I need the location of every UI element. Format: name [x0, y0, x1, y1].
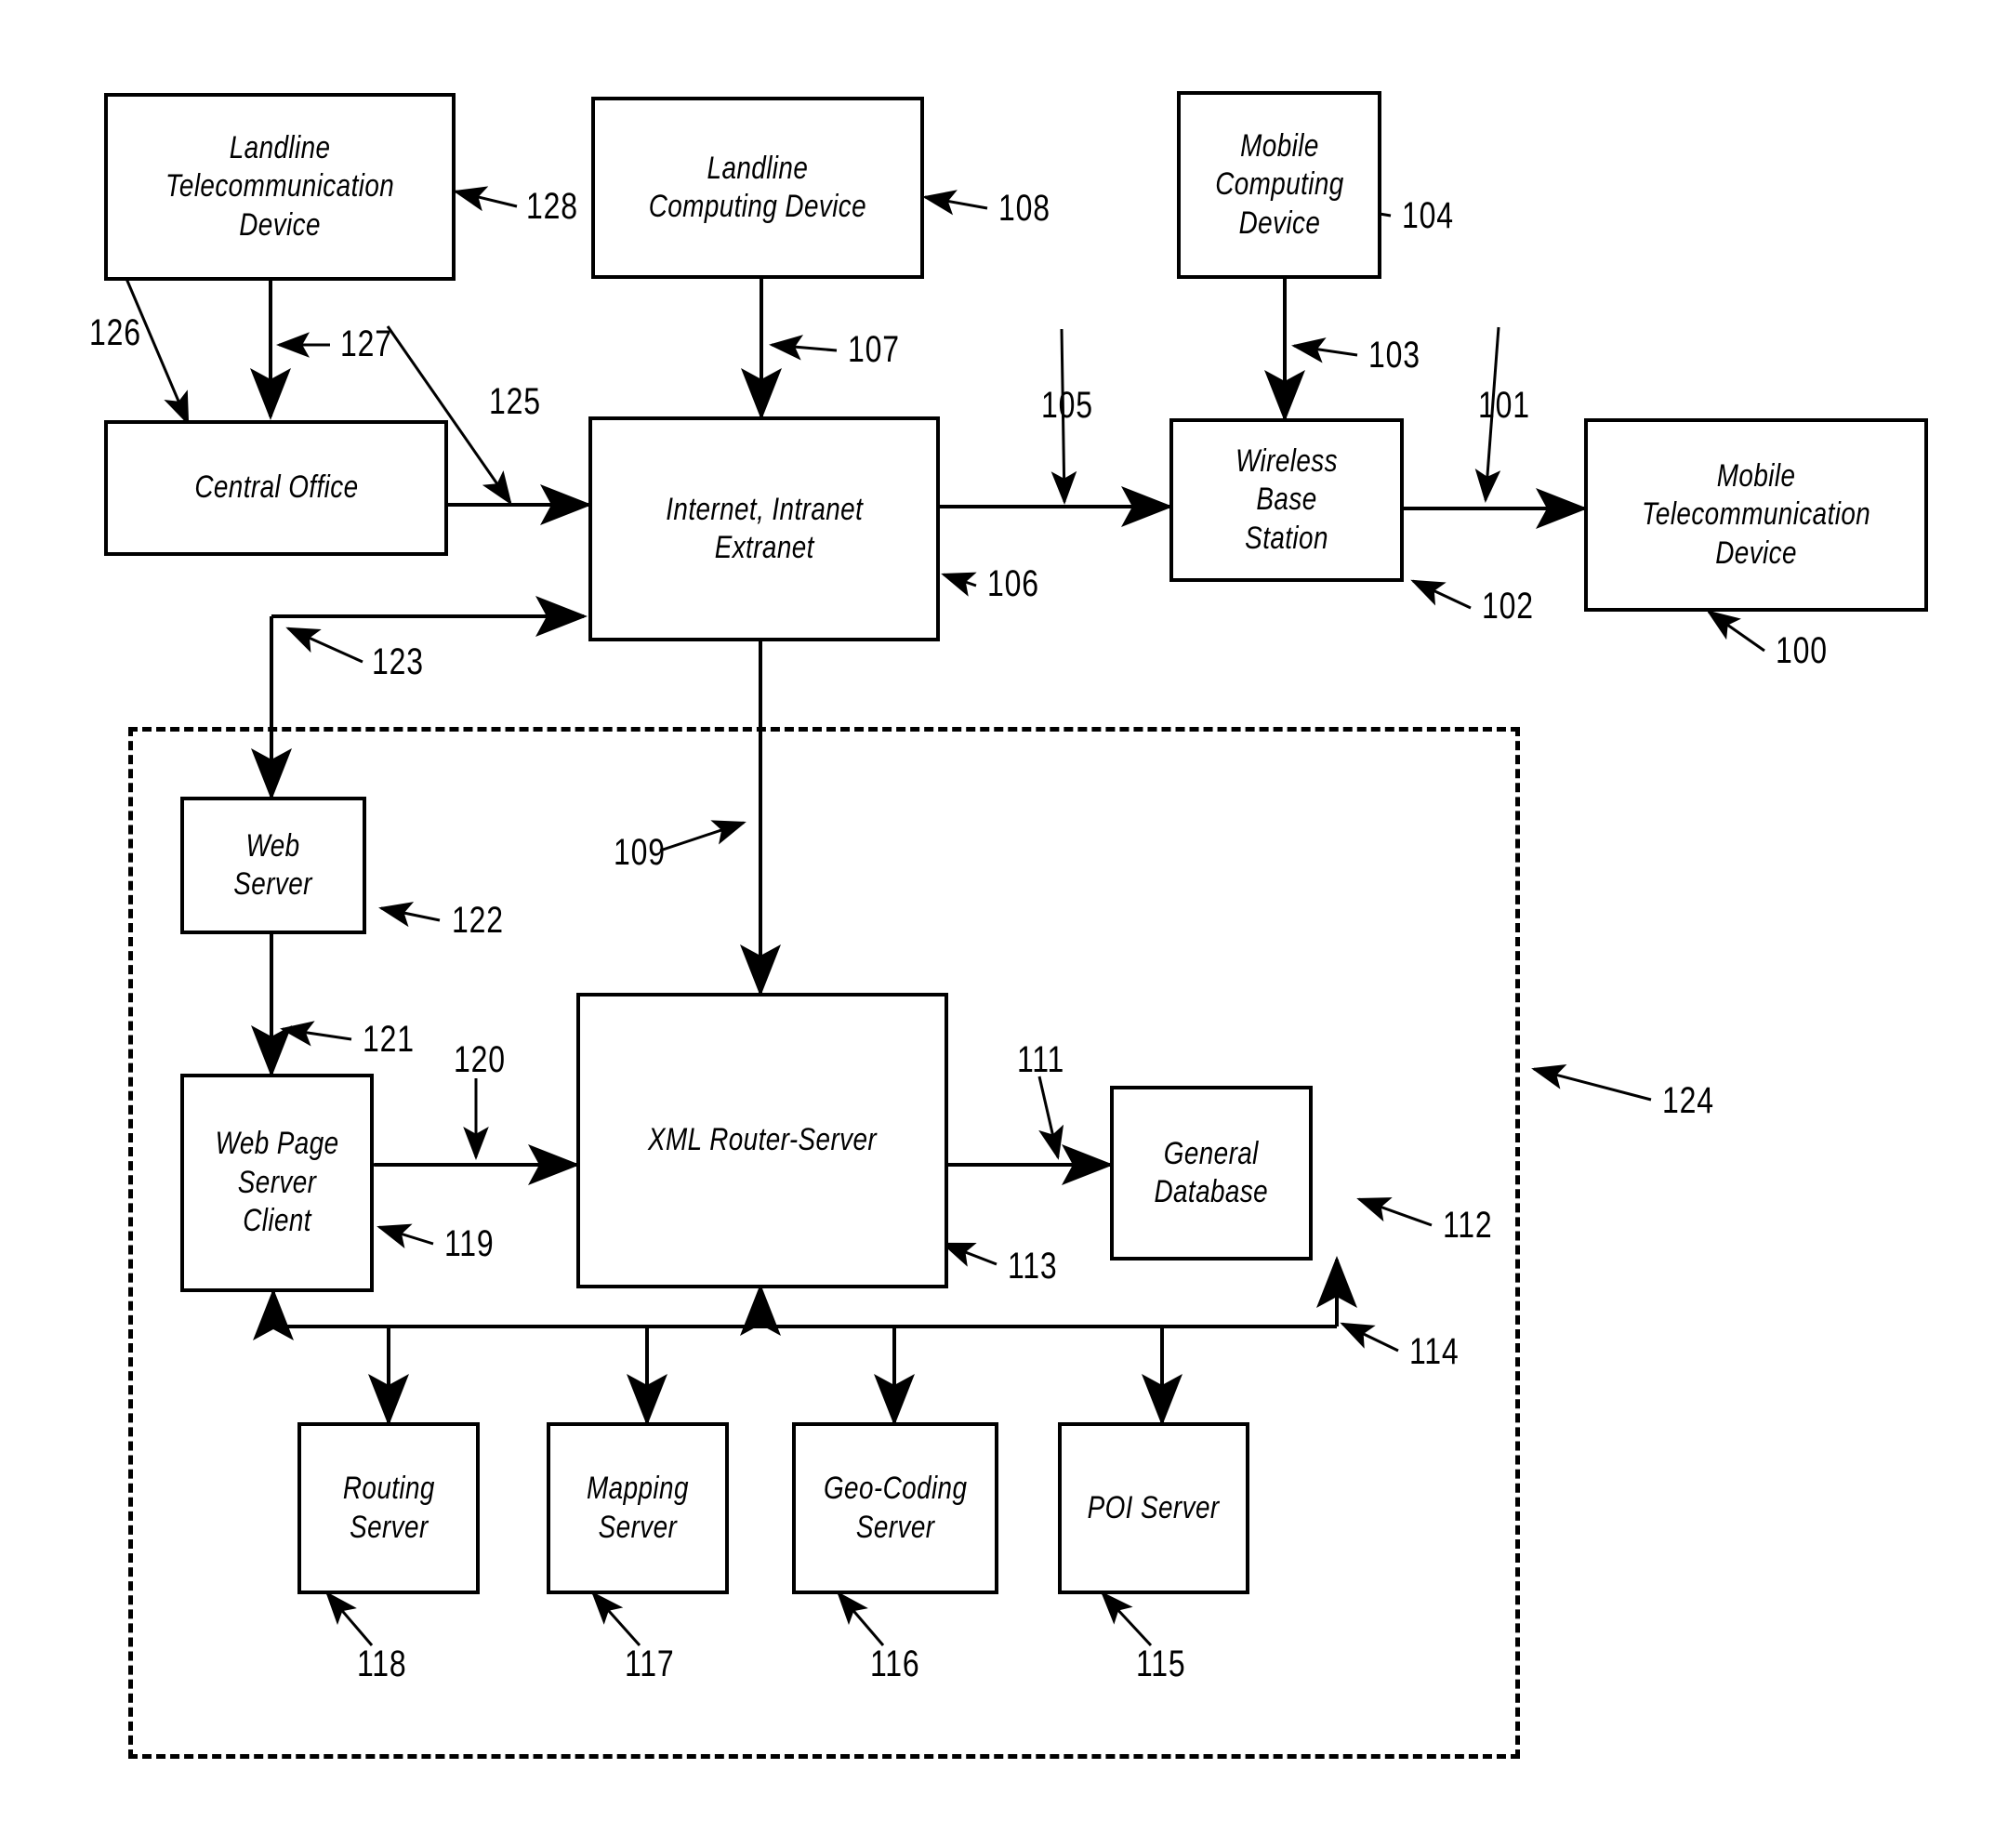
- ref-numeral-103: 103: [1368, 335, 1420, 376]
- node-label: Mobile Telecommunication Device: [1641, 457, 1871, 571]
- node-routing-server[interactable]: Routing Server: [297, 1422, 480, 1594]
- node-label: Landline Computing Device: [648, 150, 867, 224]
- ref-numeral-119: 119: [444, 1223, 495, 1264]
- ref-numeral-106: 106: [987, 563, 1039, 604]
- ref-numeral-118: 118: [357, 1643, 407, 1684]
- node-web-page-server-client[interactable]: Web Page Server Client: [180, 1074, 374, 1292]
- node-general-database[interactable]: General Database: [1110, 1086, 1313, 1261]
- node-geo-coding-server[interactable]: Geo-Coding Server: [792, 1422, 998, 1594]
- node-label: Central Office: [193, 469, 359, 506]
- ref-numeral-128: 128: [526, 186, 578, 227]
- ref-numeral-122: 122: [452, 900, 504, 941]
- patent-figure: Landline Telecommunication Device Landli…: [0, 0, 1995, 1848]
- node-internet-intranet-extranet[interactable]: Internet, Intranet Extranet: [588, 416, 940, 641]
- node-label: Landline Telecommunication Device: [165, 129, 395, 243]
- node-label: Geo-Coding Server: [823, 1471, 968, 1545]
- node-mobile-telecommunication-device[interactable]: Mobile Telecommunication Device: [1584, 418, 1928, 612]
- node-landline-telecommunication-device[interactable]: Landline Telecommunication Device: [104, 93, 456, 281]
- node-wireless-base-station[interactable]: Wireless Base Station: [1169, 418, 1404, 582]
- ref-numeral-124: 124: [1662, 1080, 1714, 1121]
- ref-numeral-102: 102: [1482, 586, 1534, 627]
- ref-numeral-113: 113: [1008, 1246, 1058, 1287]
- node-landline-computing-device[interactable]: Landline Computing Device: [591, 97, 924, 279]
- ref-numeral-101: 101: [1478, 385, 1530, 426]
- ref-numeral-117: 117: [625, 1643, 675, 1684]
- ref-numeral-107: 107: [848, 329, 900, 370]
- ref-numeral-125: 125: [489, 381, 541, 422]
- node-label: Web Server: [233, 827, 313, 902]
- ref-numeral-127: 127: [340, 323, 392, 364]
- node-xml-router-server[interactable]: XML Router-Server: [576, 993, 948, 1288]
- node-label: Mobile Computing Device: [1214, 127, 1344, 241]
- node-label: Mapping Server: [587, 1471, 689, 1545]
- node-label: Web Page Server Client: [215, 1126, 339, 1239]
- ref-numeral-112: 112: [1443, 1205, 1493, 1246]
- ref-numeral-104: 104: [1402, 195, 1454, 236]
- node-mapping-server[interactable]: Mapping Server: [547, 1422, 729, 1594]
- ref-numeral-105: 105: [1041, 385, 1093, 426]
- ref-numeral-109: 109: [614, 832, 666, 873]
- ref-numeral-123: 123: [372, 641, 424, 682]
- node-label: Internet, Intranet Extranet: [666, 491, 863, 565]
- ref-numeral-116: 116: [870, 1643, 920, 1684]
- node-central-office[interactable]: Central Office: [104, 420, 448, 556]
- ref-numeral-100: 100: [1776, 630, 1828, 671]
- ref-numeral-108: 108: [998, 188, 1050, 229]
- node-poi-server[interactable]: POI Server: [1058, 1422, 1249, 1594]
- ref-numeral-126: 126: [89, 312, 141, 353]
- ref-numeral-115: 115: [1136, 1643, 1186, 1684]
- ref-numeral-111: 111: [1017, 1039, 1065, 1080]
- node-mobile-computing-device[interactable]: Mobile Computing Device: [1177, 91, 1381, 279]
- ref-numeral-121: 121: [363, 1019, 415, 1060]
- node-label: Wireless Base Station: [1235, 442, 1338, 556]
- ref-numeral-120: 120: [454, 1039, 506, 1080]
- node-label: XML Router-Server: [647, 1122, 878, 1158]
- node-label: POI Server: [1087, 1489, 1220, 1525]
- node-label: Routing Server: [342, 1471, 435, 1545]
- node-label: General Database: [1154, 1135, 1269, 1209]
- node-web-server[interactable]: Web Server: [180, 797, 366, 934]
- ref-numeral-114: 114: [1409, 1331, 1460, 1372]
